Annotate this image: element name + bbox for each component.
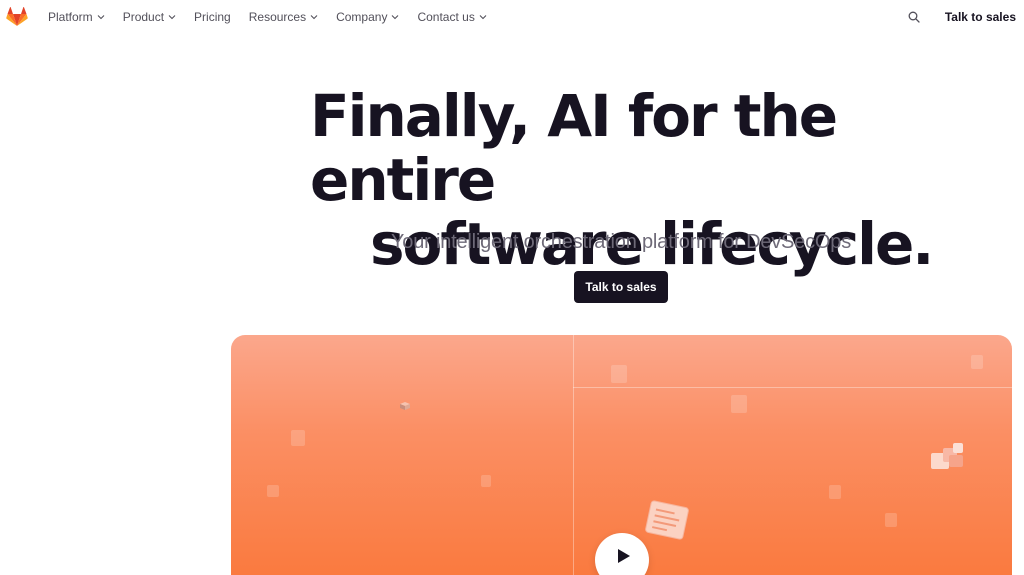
chevron-down-icon bbox=[310, 13, 318, 21]
gitlab-logo[interactable] bbox=[6, 6, 28, 28]
video-divider-horizontal bbox=[573, 387, 1012, 388]
nav-item-company[interactable]: Company bbox=[336, 10, 399, 24]
nav-item-label: Company bbox=[336, 10, 388, 24]
nav-right: Talk to sales bbox=[905, 8, 1016, 26]
decor-square bbox=[971, 355, 983, 369]
search-icon[interactable] bbox=[905, 8, 923, 26]
video-divider-vertical bbox=[573, 335, 574, 575]
top-nav: Platform Product Pricing Resources Compa… bbox=[0, 0, 1024, 34]
play-button[interactable] bbox=[595, 533, 649, 575]
stack-icon bbox=[931, 443, 967, 473]
talk-to-sales-button[interactable]: Talk to sales bbox=[574, 271, 668, 303]
hero-video[interactable] bbox=[231, 335, 1012, 575]
nav-item-label: Resources bbox=[248, 10, 307, 24]
decor-square bbox=[885, 513, 897, 527]
chevron-down-icon bbox=[97, 13, 105, 21]
decor-square bbox=[291, 430, 305, 446]
hero-title-line-1: Finally, AI for the entire bbox=[310, 82, 838, 214]
play-icon bbox=[614, 549, 631, 569]
nav-item-label: Pricing bbox=[194, 10, 231, 24]
chevron-down-icon bbox=[479, 13, 487, 21]
nav-item-product[interactable]: Product bbox=[123, 10, 176, 24]
nav-item-resources[interactable]: Resources bbox=[249, 10, 318, 24]
hero-subtitle: Your intelligent orchestration platform … bbox=[390, 231, 851, 253]
document-icon bbox=[644, 499, 690, 541]
nav-item-label: Contact us bbox=[417, 10, 475, 24]
nav-item-contact-us[interactable]: Contact us bbox=[417, 10, 487, 24]
chevron-down-icon bbox=[391, 13, 399, 21]
chevron-down-icon bbox=[168, 13, 176, 21]
decor-square bbox=[829, 485, 841, 499]
nav-item-label: Product bbox=[122, 10, 165, 24]
nav-item-pricing[interactable]: Pricing bbox=[194, 10, 231, 24]
nav-item-label: Platform bbox=[48, 10, 93, 24]
nav-links: Platform Product Pricing Resources Compa… bbox=[48, 10, 487, 24]
nav-item-platform[interactable]: Platform bbox=[48, 10, 105, 24]
decor-square bbox=[731, 395, 747, 413]
nav-talk-to-sales-link[interactable]: Talk to sales bbox=[945, 10, 1016, 24]
decor-square bbox=[267, 485, 279, 497]
cube-icon bbox=[399, 398, 411, 410]
decor-square bbox=[611, 365, 627, 383]
decor-square bbox=[481, 475, 491, 487]
